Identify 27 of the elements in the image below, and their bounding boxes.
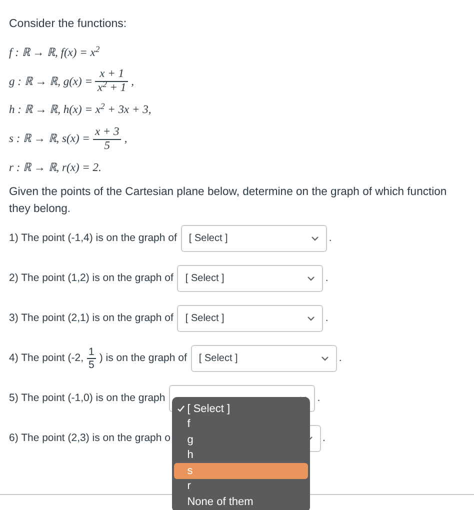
fraction-denominator: 5	[88, 359, 96, 372]
question-text: 1) The point (-1,4) is on the graph of	[9, 230, 177, 246]
period-text: .	[325, 270, 328, 286]
punctuation: ,	[131, 76, 134, 88]
fraction-denominator: 5	[103, 140, 111, 154]
period-text: .	[325, 310, 328, 326]
punctuation: ,	[124, 133, 128, 146]
function-definition: s : ℝ → ℝ, s(x) =	[9, 133, 90, 146]
intro-text: Consider the functions:	[9, 17, 128, 32]
instructions-text: Given the points of the Cartesian plane below, determine on the graph of which function they belong.	[9, 185, 448, 218]
period-text: .	[328, 230, 332, 246]
function-definition: r : ℝ → ℝ, r(x) = 2.	[9, 162, 102, 174]
function-definition: f : ℝ → ℝ, f(x) = x$^{2}$	[9, 46, 100, 60]
fraction-numerator: x + 1	[98, 68, 126, 82]
period-text: .	[317, 390, 320, 406]
function-definition: g : ℝ → ℝ, g(x) =	[9, 76, 92, 88]
function-definition: h : ℝ → ℝ, h(x) = x$^{2}$ + 3x + 3,	[9, 104, 152, 117]
question-text: 6) The point (2,3) is on the graph o	[9, 430, 170, 446]
period-text: .	[338, 350, 342, 366]
question-text: 2) The point (1,2) is on the graph of	[9, 270, 174, 286]
period-text: .	[322, 430, 326, 446]
question-text: 5) The point (-1,0) is on the graph	[9, 390, 166, 406]
question-text: 4) The point (-2,	[9, 350, 84, 366]
fraction-numerator: 1	[88, 346, 96, 358]
question-text: ) is on the graph of	[99, 350, 187, 366]
fraction-numerator: x + 3	[94, 126, 120, 139]
question-text: 3) The point (2,1) is on the graph of	[9, 310, 174, 326]
